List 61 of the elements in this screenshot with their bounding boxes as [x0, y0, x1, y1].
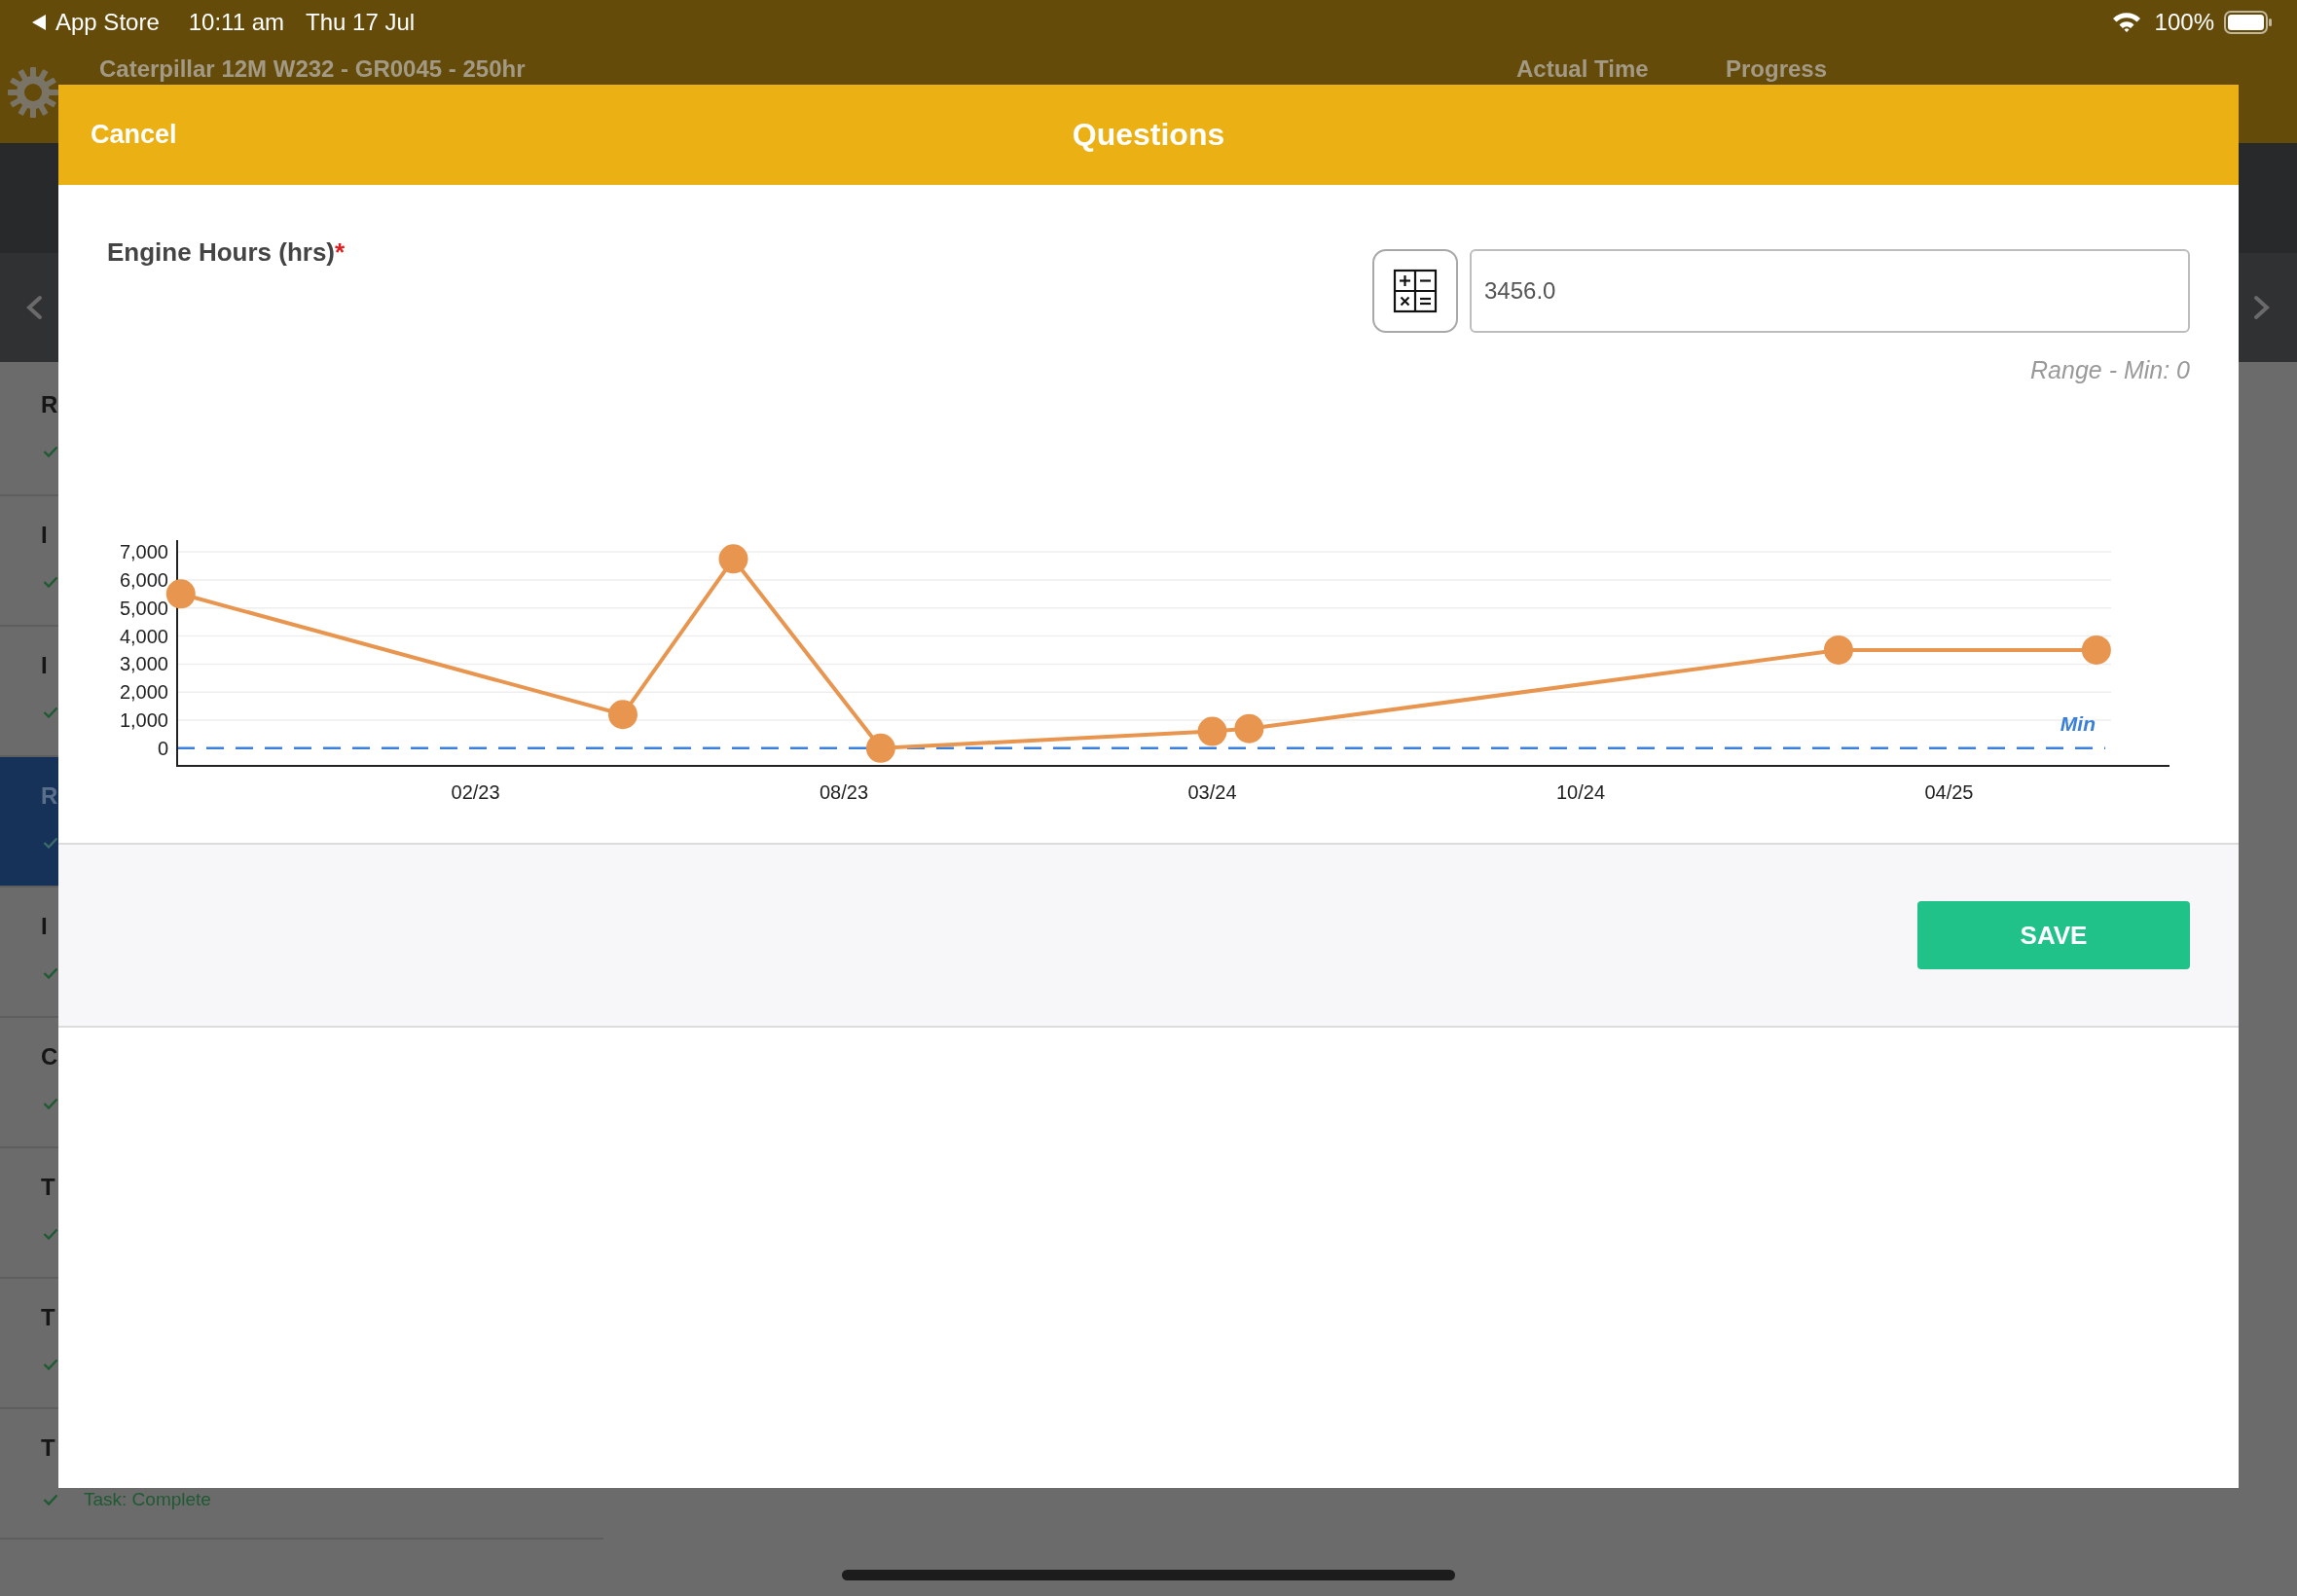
- task-title: C: [41, 1043, 58, 1070]
- y-axis-label: 5,000: [119, 597, 168, 619]
- y-axis-label: 1,000: [119, 709, 168, 731]
- task-title: T: [41, 1434, 55, 1462]
- back-link[interactable]: App Store: [55, 8, 160, 36]
- y-axis-label: 4,000: [119, 625, 168, 647]
- min-label: Min: [2060, 711, 2096, 735]
- battery-icon: [2224, 10, 2273, 34]
- task-title: I: [41, 652, 48, 679]
- data-point: [1197, 716, 1227, 746]
- check-icon: [43, 967, 58, 979]
- range-hint: Range - Min: 0: [2029, 356, 2191, 384]
- task-title: R: [41, 782, 58, 810]
- x-axis-label: 02/23: [451, 781, 500, 803]
- chevron-left-icon[interactable]: [25, 295, 43, 320]
- job-title: Caterpillar 12M W232 - GR0045 - 250hr: [99, 56, 527, 82]
- y-axis-label: 7,000: [119, 541, 168, 563]
- check-icon: [43, 1359, 58, 1370]
- check-icon: [43, 707, 58, 718]
- task-title: I: [41, 522, 48, 549]
- data-point: [1823, 635, 1853, 665]
- data-point: [718, 544, 748, 574]
- calculator-button[interactable]: [1372, 249, 1458, 333]
- task-title: I: [41, 913, 48, 940]
- status-date: Thu 17 Jul: [306, 8, 416, 36]
- data-point: [607, 700, 638, 730]
- check-icon: [43, 1494, 58, 1505]
- y-axis-label: 3,000: [119, 653, 168, 675]
- back-icon[interactable]: [32, 14, 46, 30]
- y-axis-label: 6,000: [119, 568, 168, 591]
- task-title: R: [41, 391, 58, 418]
- gear-icon: [8, 65, 58, 120]
- check-icon: [43, 446, 58, 457]
- check-icon: [43, 576, 58, 588]
- y-axis-label: 2,000: [119, 681, 168, 704]
- column-heading: Actual Time: [1516, 56, 1650, 82]
- task-title: T: [41, 1304, 55, 1331]
- calculator-icon: [1393, 269, 1438, 313]
- check-icon: [43, 1228, 58, 1240]
- y-axis-label: 0: [157, 737, 168, 759]
- status-time: 10:11 am: [188, 8, 285, 36]
- chevron-right-icon[interactable]: [2253, 295, 2271, 320]
- x-axis-label: 03/24: [1187, 781, 1237, 803]
- x-axis-label: 10/24: [1555, 781, 1606, 803]
- hours-input-field[interactable]: 3456.0: [1470, 249, 2190, 333]
- battery-percent: 100%: [2154, 8, 2214, 36]
- data-point: [865, 733, 895, 763]
- data-point: [1234, 713, 1264, 744]
- check-icon: [43, 837, 58, 849]
- data-point: [165, 579, 196, 609]
- check-icon: [43, 1098, 58, 1109]
- task-status: Task: Complete: [84, 1489, 211, 1510]
- question-label: Engine Hours (hrs)*: [107, 237, 346, 268]
- task-title: T: [41, 1174, 55, 1201]
- wifi-icon: [2111, 11, 2141, 33]
- column-heading: Progress: [1726, 56, 1829, 82]
- x-axis-label: 08/23: [820, 781, 869, 803]
- required-mark: *: [335, 237, 346, 267]
- dialog-title: Questions: [1072, 117, 1225, 153]
- data-point: [2081, 635, 2111, 665]
- x-axis-label: 04/25: [1924, 781, 1974, 803]
